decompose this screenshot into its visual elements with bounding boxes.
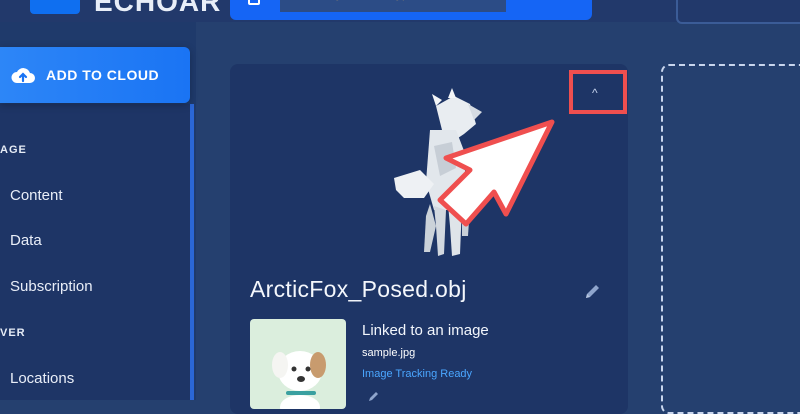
search-box[interactable] (230, 0, 592, 20)
linked-image-filename: sample.jpg (362, 347, 416, 359)
puppy-image (272, 351, 326, 409)
top-bar: ECHOAR (0, 0, 800, 24)
sidebar-nav-panel (0, 104, 194, 400)
search-icon (248, 0, 260, 5)
linked-image-thumbnail (250, 319, 346, 409)
sidebar-section-manage: AGE (0, 144, 27, 156)
sidebar-item-content[interactable]: Content (10, 187, 63, 204)
pencil-icon[interactable] (368, 390, 380, 402)
arrow-annotation (437, 119, 555, 227)
account-menu[interactable] (676, 0, 800, 24)
sidebar-item-locations[interactable]: Locations (10, 370, 74, 387)
upload-drop-zone[interactable] (661, 64, 800, 414)
collapse-button-highlight (569, 70, 627, 114)
add-to-cloud-button[interactable]: ADD TO CLOUD (0, 47, 190, 103)
logo-text: ECHOAR (94, 0, 222, 17)
add-to-cloud-label: ADD TO CLOUD (46, 67, 160, 83)
logo-mark (30, 0, 80, 14)
sidebar-section-deliver: VER (0, 327, 26, 339)
chevron-up-icon[interactable]: ^ (592, 86, 598, 100)
sidebar-item-data[interactable]: Data (10, 232, 42, 249)
linked-image-title: Linked to an image (362, 322, 489, 339)
sidebar-item-subscription[interactable]: Subscription (10, 278, 93, 295)
pencil-icon[interactable] (584, 282, 602, 300)
image-tracking-status: Image Tracking Ready (362, 368, 473, 380)
cloud-upload-icon (11, 68, 35, 83)
model-name: ArcticFox_Posed.obj (250, 276, 467, 302)
search-input[interactable] (280, 0, 506, 12)
